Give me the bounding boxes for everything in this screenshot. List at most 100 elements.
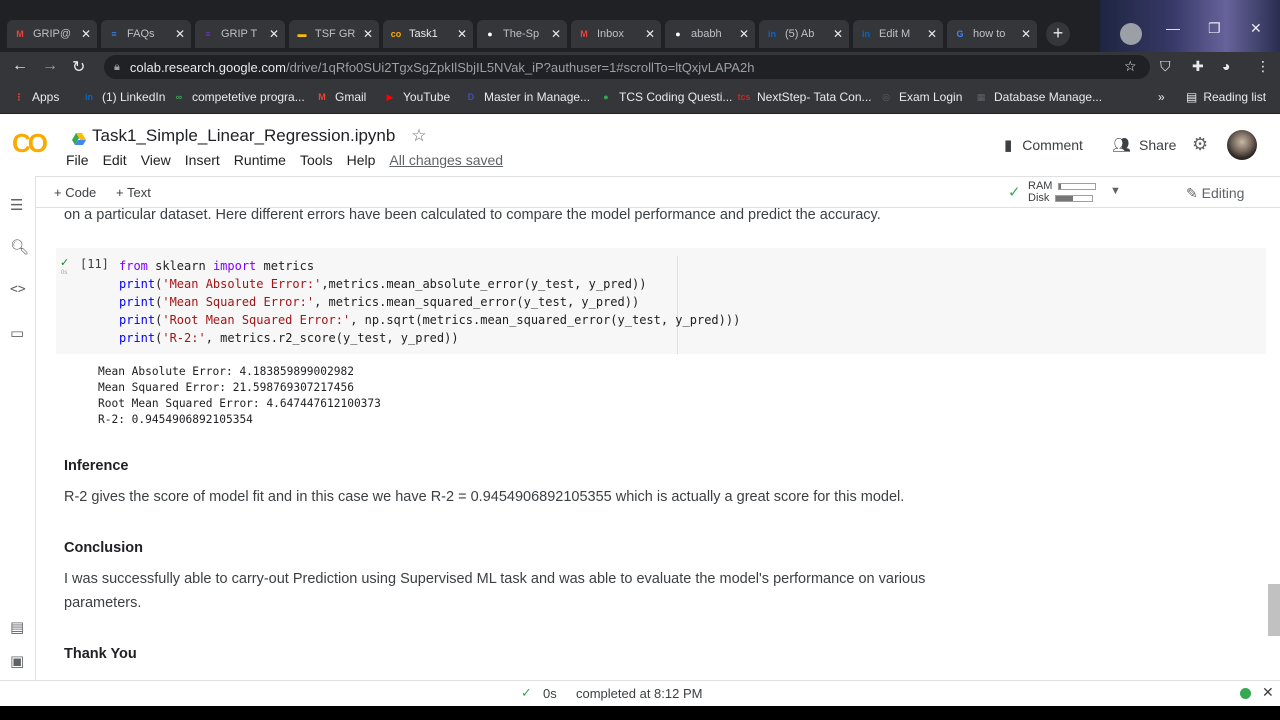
tab-close-icon[interactable]: ✕ <box>833 27 843 41</box>
browser-tab[interactable]: ● ababh ✕ <box>665 20 755 48</box>
table-of-contents-icon[interactable]: ☰ <box>10 196 23 214</box>
browser-tab[interactable]: Ghow to ✕ <box>947 20 1037 48</box>
bookmark-item[interactable]: tcs NextStep- Tata Con... <box>737 90 871 104</box>
share-button[interactable]: 👥︎ Share <box>1112 136 1176 154</box>
star-icon[interactable]: ☆ <box>411 126 426 146</box>
browser-profile-icon[interactable] <box>1120 23 1142 45</box>
add-code-cell-button[interactable]: + Code <box>54 185 96 200</box>
save-status[interactable]: All changes saved <box>389 152 503 168</box>
scrollbar-thumb[interactable] <box>1268 584 1280 636</box>
settings-gear-icon[interactable]: ⚙ <box>1192 134 1208 155</box>
tab-close-icon[interactable]: ✕ <box>175 27 185 41</box>
new-tab-button[interactable]: + <box>1046 22 1070 46</box>
menu-help[interactable]: Help <box>347 152 376 168</box>
tab-close-icon[interactable]: ✕ <box>81 27 91 41</box>
bookmark-item[interactable]: ● TCS Coding Questi... <box>599 90 732 104</box>
colab-page: CO Task1_Simple_Linear_Regression.ipynb … <box>0 114 1280 706</box>
bookmark-item[interactable]: ▦ Database Manage... <box>974 90 1102 104</box>
tab-close-icon[interactable]: ✕ <box>739 27 749 41</box>
bookmark-item[interactable]: ◎ Exam Login <box>879 90 962 104</box>
search-icon[interactable]: 🔍︎ <box>10 238 29 256</box>
bookmark-item[interactable]: in (1) LinkedIn <box>82 90 165 104</box>
tab-favicon-icon: ● <box>487 29 493 39</box>
close-status-icon[interactable]: ✕ <box>1262 684 1274 701</box>
files-folder-icon[interactable]: ▭ <box>10 324 24 342</box>
browser-tab[interactable]: ≡ FAQs ✕ <box>101 20 191 48</box>
tab-close-icon[interactable]: ✕ <box>645 27 655 41</box>
menu-view[interactable]: View <box>141 152 171 168</box>
restore-icon[interactable]: ❐ <box>1208 20 1221 37</box>
browser-tab[interactable]: ● The-Sp ✕ <box>477 20 567 48</box>
code-editor[interactable]: from sklearn import metrics print('Mean … <box>119 257 740 347</box>
bookmark-item[interactable]: M Gmail <box>315 90 366 104</box>
resource-dropdown-icon[interactable]: ▼ <box>1110 185 1121 197</box>
bookmark-label: Database Manage... <box>994 90 1103 104</box>
browser-tab[interactable]: in Edit M ✕ <box>853 20 943 48</box>
notebook-title[interactable]: Task1_Simple_Linear_Regression.ipynb ☆ <box>72 126 427 146</box>
people-icon: 👥︎ <box>1112 137 1132 154</box>
tab-label: (5) Ab <box>785 28 815 40</box>
bookmark-item[interactable]: ∞ competetive progra... <box>172 90 305 104</box>
command-palette-icon[interactable]: ▤ <box>10 618 24 636</box>
browser-tab[interactable]: ▬ TSF GR ✕ <box>289 20 379 48</box>
add-text-cell-button[interactable]: + Text <box>116 185 151 200</box>
inference-heading: Inference <box>64 458 129 474</box>
url-host: colab.research.google.com <box>129 59 286 75</box>
bookmark-star-icon[interactable]: ☆ <box>1124 58 1137 75</box>
minimize-icon[interactable]: — <box>1166 20 1180 36</box>
bookmark-item[interactable]: ▶ YouTube <box>383 90 451 104</box>
bookmark-label: Master in Manage... <box>484 90 591 104</box>
code-cell[interactable]: ✓ 0s [11] from sklearn import metrics pr… <box>56 248 1266 354</box>
browser-tab[interactable]: in (5) Ab ✕ <box>759 20 849 48</box>
menu-file[interactable]: File <box>66 152 89 168</box>
browser-tab[interactable]: co Task1 ✕ <box>383 20 473 48</box>
notebook-title-text[interactable]: Task1_Simple_Linear_Regression.ipynb <box>92 126 395 146</box>
bookmark-item[interactable]: D Master in Manage... <box>464 90 590 104</box>
code-snippets-icon[interactable]: <> <box>10 282 26 297</box>
close-window-icon[interactable]: ✕ <box>1250 20 1262 37</box>
disk-bar <box>1055 194 1094 202</box>
bookmark-favicon-icon: ⋮ <box>14 91 24 102</box>
ram-bar <box>1058 182 1097 190</box>
browser-tab[interactable]: M GRIP@ ✕ <box>7 20 97 48</box>
tab-favicon-icon: ● <box>675 29 681 39</box>
back-icon[interactable]: ← <box>12 57 28 75</box>
conclusion-text-line2: parameters. <box>64 595 142 611</box>
reading-list[interactable]: ▤ Reading list <box>1186 90 1266 104</box>
resource-monitor[interactable]: RAM Disk <box>1028 180 1097 204</box>
bookmarks-bar: ⋮ Apps in (1) LinkedIn ∞ competetive progra..… <box>0 82 1280 114</box>
forward-icon[interactable]: → <box>42 57 58 75</box>
menu-insert[interactable]: Insert <box>185 152 220 168</box>
more-bookmarks-icon[interactable]: » <box>1158 90 1165 104</box>
extensions-puzzle-icon[interactable]: ✚ <box>1192 58 1204 75</box>
tab-close-icon[interactable]: ✕ <box>551 27 561 41</box>
colab-logo[interactable]: CO <box>12 128 48 159</box>
tab-close-icon[interactable]: ✕ <box>457 27 467 41</box>
profile-avatar-icon[interactable]: ◕ <box>1222 58 1230 74</box>
browser-tab[interactable]: ≡ GRIP T ✕ <box>195 20 285 48</box>
shield-extension-icon[interactable]: ⛉ <box>1160 58 1171 75</box>
terminal-icon[interactable]: ▣ <box>10 652 24 670</box>
bookmark-item[interactable]: ⋮ Apps <box>12 90 60 104</box>
user-avatar[interactable] <box>1227 130 1257 160</box>
comment-button[interactable]: ▮ Comment <box>1004 136 1083 154</box>
menu-edit[interactable]: Edit <box>103 152 127 168</box>
browser-tab[interactable]: M Inbox ✕ <box>571 20 661 48</box>
bookmark-label: TCS Coding Questi... <box>619 90 733 104</box>
address-bar[interactable]: 🔒︎ colab.research.google.com/drive/1qRfo… <box>104 55 1150 79</box>
bookmark-favicon-icon: ∞ <box>175 92 183 102</box>
connected-check-icon: ✓ <box>1008 184 1021 201</box>
reading-list-icon: ▤ <box>1186 90 1198 104</box>
tab-favicon-icon: G <box>956 29 964 39</box>
menu-runtime[interactable]: Runtime <box>234 152 286 168</box>
tab-close-icon[interactable]: ✕ <box>269 27 279 41</box>
chrome-menu-icon[interactable]: ⋮ <box>1256 58 1270 75</box>
reload-icon[interactable]: ↻ <box>72 57 85 77</box>
pencil-icon: ✎ <box>1186 185 1198 201</box>
tab-close-icon[interactable]: ✕ <box>363 27 373 41</box>
menu-tools[interactable]: Tools <box>300 152 333 168</box>
tab-close-icon[interactable]: ✕ <box>1021 27 1031 41</box>
editing-mode-button[interactable]: ✎ Editing <box>1186 185 1244 202</box>
tab-close-icon[interactable]: ✕ <box>927 27 937 41</box>
comment-label: Comment <box>1022 137 1083 153</box>
